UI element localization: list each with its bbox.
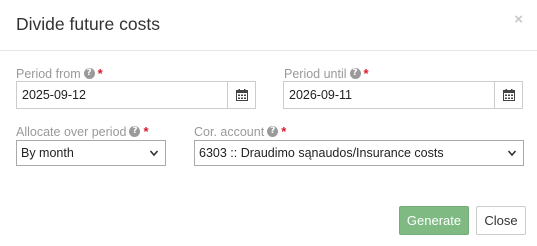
dialog-title: Divide future costs — [16, 14, 160, 34]
required-asterisk: * — [143, 124, 149, 139]
required-asterisk: * — [281, 124, 287, 139]
allocate-over-period-label: Allocate over period ? * — [16, 124, 149, 139]
cor-account-value: 6303 :: Draudimo sąnaudos/Insurance cost… — [199, 146, 444, 160]
cor-account-select[interactable]: 6303 :: Draudimo sąnaudos/Insurance cost… — [194, 140, 524, 166]
required-asterisk: * — [97, 66, 103, 81]
cor-account-label-text: Cor. account — [194, 124, 265, 139]
dialog-header: Divide future costs × — [0, 0, 537, 51]
period-from-input[interactable] — [17, 82, 227, 108]
close-button[interactable]: Close — [476, 206, 526, 235]
period-from-label-text: Period from — [16, 66, 81, 81]
calendar-icon[interactable] — [227, 82, 255, 108]
period-from-label: Period from ? * — [16, 66, 103, 81]
period-until-input[interactable] — [284, 82, 494, 108]
divide-future-costs-dialog: Divide future costs × Period from ? * Pe… — [0, 0, 537, 246]
help-icon[interactable]: ? — [129, 126, 141, 137]
help-icon[interactable]: ? — [349, 68, 361, 79]
help-icon[interactable]: ? — [267, 126, 279, 137]
required-asterisk: * — [363, 66, 369, 81]
cor-account-label: Cor. account ? * — [194, 124, 286, 139]
calendar-icon[interactable] — [494, 82, 522, 108]
chevron-down-icon — [507, 150, 517, 157]
chevron-down-icon — [149, 150, 159, 157]
generate-button[interactable]: Generate — [399, 206, 469, 235]
period-until-label-text: Period until — [284, 66, 347, 81]
help-icon[interactable]: ? — [83, 68, 95, 79]
period-until-group — [283, 81, 523, 109]
allocate-over-period-select[interactable]: By month — [16, 140, 166, 166]
allocate-over-period-label-text: Allocate over period — [16, 124, 127, 139]
allocate-over-period-value: By month — [21, 146, 74, 160]
close-icon[interactable]: × — [514, 12, 523, 27]
period-from-group — [16, 81, 256, 109]
period-until-label: Period until ? * — [284, 66, 369, 81]
